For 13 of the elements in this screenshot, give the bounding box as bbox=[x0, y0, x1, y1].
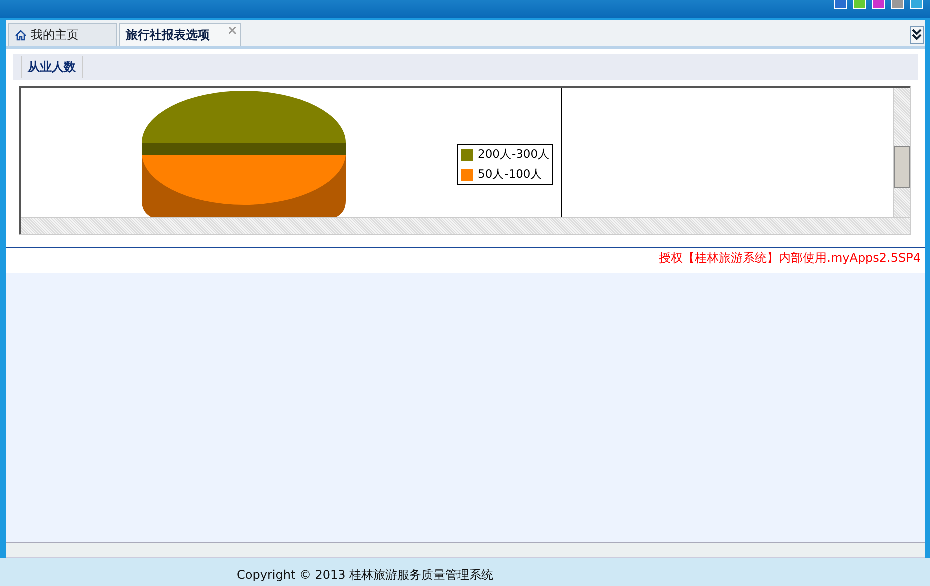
legend-label: 200人-300人 bbox=[478, 147, 550, 162]
close-icon[interactable] bbox=[229, 27, 236, 34]
copyright-text: Copyright © 2013 桂林旅游服务质量管理系统 bbox=[237, 567, 494, 584]
vertical-scrollbar[interactable] bbox=[893, 88, 910, 217]
tab[interactable]: 旅行社报表选项 bbox=[119, 23, 241, 46]
home-icon bbox=[15, 30, 27, 40]
chevron-down-icon[interactable] bbox=[910, 26, 924, 44]
legend-label: 50人-100人 bbox=[478, 167, 543, 182]
license-text: 授权【桂林旅游系统】内部使用.myApps2.5SP4 bbox=[658, 250, 922, 267]
subtab[interactable]: 从业人数 bbox=[21, 56, 83, 78]
horizontal-scrollbar[interactable] bbox=[21, 217, 910, 234]
theme-swatches-icon[interactable] bbox=[834, 0, 924, 10]
tab[interactable]: 我的主页 bbox=[8, 23, 117, 46]
